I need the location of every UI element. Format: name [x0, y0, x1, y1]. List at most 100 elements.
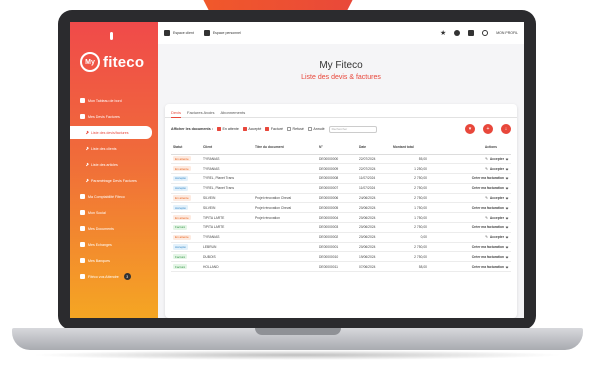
col-client[interactable]: Client — [201, 140, 253, 155]
table-row[interactable]: En attente TYRANIAS DE00000002 20/06/2024 0,… — [171, 232, 511, 243]
sidebar-item[interactable]: Liste des devis/factures — [70, 126, 152, 139]
status-badge: Accepté — [173, 185, 188, 191]
chevron-down-icon[interactable] — [505, 255, 509, 259]
edit-icon[interactable]: ✎ — [485, 196, 488, 200]
cell-actions: Créer ma facturation — [427, 183, 511, 194]
table-row[interactable]: En attente SILVEIN Projet rénovation Cheva… — [171, 193, 511, 204]
col-titre[interactable]: Titre du document — [253, 140, 317, 155]
cell-num: DE00000006 — [317, 193, 357, 204]
chevron-down-icon[interactable] — [505, 157, 509, 161]
chevron-down-icon[interactable] — [505, 206, 509, 210]
espace-client-button[interactable]: Espace client — [164, 30, 194, 36]
row-action-button[interactable]: Accepter — [490, 196, 504, 200]
cell-date: 19/06/2024 — [357, 251, 391, 263]
status-badge: Facturé — [173, 254, 188, 260]
chevron-down-icon[interactable] — [505, 186, 509, 190]
row-action-button[interactable]: Accepter — [490, 216, 504, 220]
sidebar-item[interactable]: Paramétrage Devis Factures — [70, 174, 158, 187]
chevron-down-icon[interactable] — [505, 235, 509, 239]
col-statut[interactable]: Statut — [171, 140, 201, 155]
edit-icon[interactable]: ✎ — [485, 157, 488, 161]
table-row[interactable]: Facturé HOLLAND DE00000011 07/06/2024 58,00 C… — [171, 261, 511, 273]
chevron-down-icon[interactable] — [505, 226, 509, 229]
menu-icon — [80, 114, 85, 119]
sidebar-item[interactable]: Mes Documents — [70, 222, 158, 235]
sidebar-item[interactable]: Fitéco vos Attendre 3 — [70, 270, 158, 283]
user-label[interactable]: MON PROFIL — [496, 31, 518, 35]
sidebar-item[interactable]: Mon Tableau de bord — [70, 94, 158, 107]
edit-icon[interactable]: ✎ — [485, 235, 488, 239]
col-date[interactable]: Date — [357, 140, 391, 155]
filter-icon[interactable]: ▾ — [465, 124, 475, 134]
filter-accepte[interactable]: Accepté — [242, 127, 261, 131]
col-montant[interactable]: Montant total — [391, 140, 427, 155]
row-action-button[interactable]: Créer ma facturation — [472, 265, 504, 269]
filter-label: Annulé — [313, 127, 325, 131]
table-row[interactable]: En attente TYRANIAS DE00000000 22/07/2024 55… — [171, 154, 511, 165]
table-row[interactable]: Facturé DUBOIS DE00000010 19/06/2024 2 750,0… — [171, 251, 511, 263]
menu-icon — [80, 258, 85, 263]
espace-personnel-button[interactable]: Espace personnel — [203, 30, 241, 36]
row-action-button[interactable]: Accepter — [490, 167, 504, 171]
pin-icon[interactable] — [110, 32, 113, 40]
chevron-down-icon[interactable] — [505, 216, 509, 220]
table-row[interactable]: Accepté TYREL, Planet Trans DE00000008 11/0… — [171, 173, 511, 184]
table-row[interactable]: Accepté TYREL, Planet Trans DE00000007 11/0… — [171, 183, 511, 194]
row-action-button[interactable]: Créer ma facturation — [472, 206, 504, 210]
cell-actions: ✎ Accepter — [427, 193, 511, 204]
chevron-right-icon — [85, 146, 89, 151]
cell-actions: ✎ Accepter — [427, 163, 511, 175]
chevron-down-icon[interactable] — [505, 177, 509, 180]
chevron-down-icon[interactable] — [505, 245, 509, 249]
col-numero[interactable]: N° — [317, 140, 357, 155]
table-row[interactable]: Facturé TIPITA LARTE DE00000003 20/06/2024 2… — [171, 222, 511, 233]
row-action-button[interactable]: Créer ma facturation — [472, 176, 504, 180]
chevron-down-icon[interactable] — [505, 167, 509, 171]
export-icon[interactable]: ↓ — [501, 124, 511, 134]
sidebar-item[interactable]: Liste des clients — [70, 142, 158, 155]
add-icon[interactable]: + — [483, 124, 493, 134]
sidebar-item[interactable]: Mon Social — [70, 206, 158, 219]
tab-factures-avoirs[interactable]: Factures Avoirs — [187, 110, 215, 117]
cell-status: En attente — [171, 154, 201, 165]
user-icon[interactable] — [482, 30, 489, 36]
table-row[interactable]: En attente TYRANIAS DE00000009 22/07/2024 1 … — [171, 163, 511, 175]
row-action-button[interactable]: Accepter — [490, 235, 504, 239]
table-row[interactable]: Accepté SILVEIN Projet rénovation Cheval DE… — [171, 202, 511, 214]
row-action-button[interactable]: Créer ma facturation — [472, 186, 504, 190]
filter-facture[interactable]: Facturé — [265, 127, 283, 131]
cell-date: 20/06/2024 — [357, 212, 391, 224]
search-input[interactable]: Rechercher — [328, 125, 377, 133]
sidebar-item[interactable]: Liste des articles — [70, 158, 158, 171]
sidebar-item[interactable]: Mes Echanges — [70, 238, 158, 251]
tabs: Devis Factures Avoirs Abonnements — [165, 104, 517, 118]
app-logo[interactable]: My fiteco — [80, 52, 144, 72]
sidebar-item-label: Mon Social — [88, 210, 106, 215]
notification-badge: 3 — [123, 273, 131, 280]
chevron-down-icon[interactable] — [505, 265, 509, 269]
chevron-down-icon[interactable] — [505, 196, 509, 200]
tab-abonnements[interactable]: Abonnements — [221, 110, 246, 117]
sidebar-item[interactable]: Ma Comptabilité Fiteco — [70, 190, 158, 203]
document-icon[interactable] — [468, 30, 475, 36]
filter-en-attente[interactable]: En attente — [216, 127, 239, 131]
row-actions: Créer ma facturation — [429, 176, 511, 180]
tab-devis[interactable]: Devis — [171, 110, 182, 118]
cell-title — [253, 222, 317, 233]
star-icon[interactable]: ★ — [440, 30, 446, 37]
documents-table: Statut Client Titre du document N° Date … — [171, 140, 511, 273]
help-icon[interactable] — [454, 30, 461, 36]
status-badge: Facturé — [173, 264, 188, 270]
row-action-button[interactable]: Accepter — [490, 157, 504, 161]
row-action-button[interactable]: Créer ma facturation — [472, 255, 504, 259]
filter-annule[interactable]: Annulé — [307, 127, 325, 131]
table-row[interactable]: Accepté LEBRUN DE00000001 20/06/2024 2 750,0… — [171, 242, 511, 253]
row-action-button[interactable]: Créer ma facturation — [472, 225, 504, 229]
sidebar-item[interactable]: Mes Devis Factures — [70, 110, 158, 123]
table-row[interactable]: En attente TIPITA LARTE Projet rénovation D… — [171, 212, 511, 224]
edit-icon[interactable]: ✎ — [485, 216, 488, 220]
filter-refuse[interactable]: Refusé — [287, 127, 304, 131]
row-action-button[interactable]: Créer ma facturation — [472, 245, 504, 249]
sidebar-item[interactable]: Mes Banques — [70, 254, 158, 267]
edit-icon[interactable]: ✎ — [485, 167, 488, 171]
